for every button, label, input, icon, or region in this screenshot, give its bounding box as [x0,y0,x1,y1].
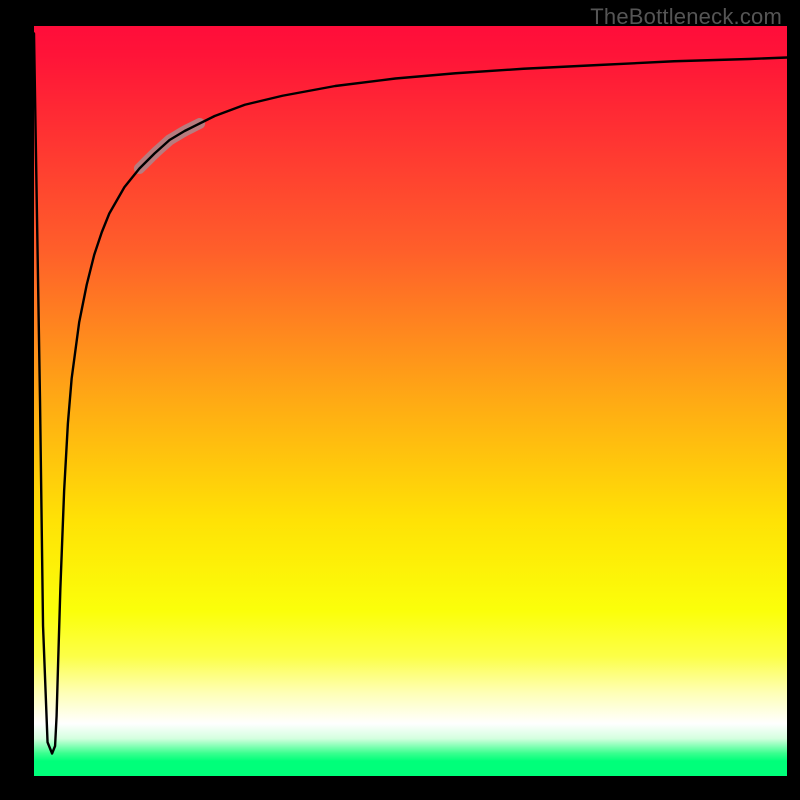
plot-area [34,26,787,776]
attribution-text: TheBottleneck.com [590,4,782,30]
chart-svg [34,26,787,776]
highlighted-curve-segment [139,124,199,169]
bottleneck-curve [34,34,787,754]
chart-frame: TheBottleneck.com [0,0,800,800]
